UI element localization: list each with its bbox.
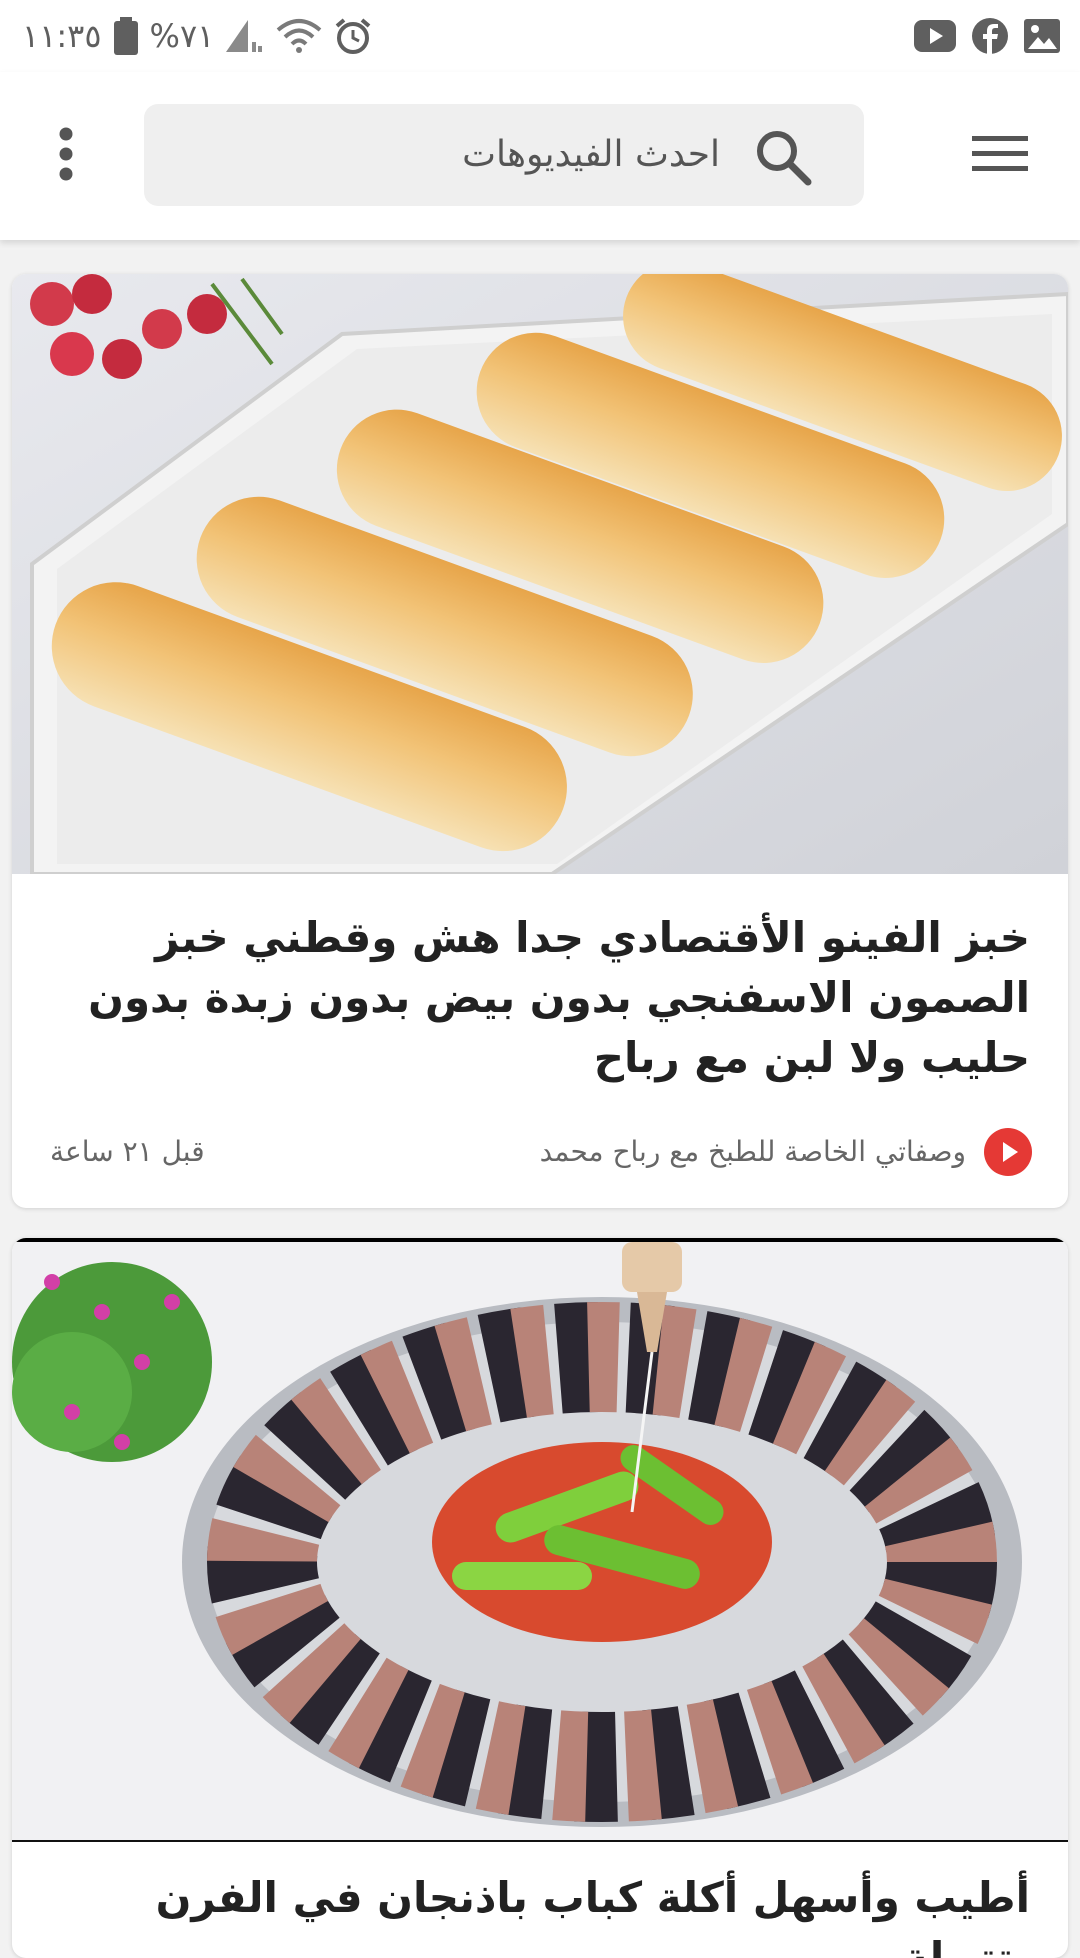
search-bar[interactable]: احدث الفيديوهات: [144, 104, 864, 206]
alarm-icon: [334, 17, 372, 55]
status-bar: ١١:٣٥ %٧١: [0, 0, 1080, 72]
hamburger-menu-icon[interactable]: [970, 124, 1030, 184]
status-left: ١١:٣٥ %٧١: [22, 14, 372, 58]
gallery-icon: [1024, 19, 1060, 53]
search-placeholder: احدث الفيديوهات: [462, 134, 720, 175]
video-title[interactable]: خبز الفينو الأقتصادي جدا هش وقطني خبز ال…: [62, 908, 1030, 1088]
video-meta: وصفاتي الخاصة للطبخ مع رباح محمد قبل ٢١ …: [12, 1124, 1068, 1180]
play-circle-icon: [984, 1128, 1032, 1176]
search-icon: [754, 128, 812, 186]
battery-icon: [113, 17, 138, 55]
video-card[interactable]: أطيب وأسهل أكلة كباب باذنجان في الفرن بت…: [12, 1238, 1068, 1958]
bread-rolls-thumbnail[interactable]: [12, 274, 1068, 874]
eggplant-kebab-thumbnail[interactable]: [12, 1238, 1068, 1842]
time-ago: قبل ٢١ ساعة: [50, 1135, 205, 1168]
video-title[interactable]: أطيب وأسهل أكلة كباب باذنجان في الفرن بت…: [62, 1868, 1030, 1958]
channel-name[interactable]: وصفاتي الخاصة للطبخ مع رباح محمد: [540, 1124, 966, 1180]
youtube-icon: [914, 20, 956, 52]
battery-percent: %٧١: [149, 17, 215, 55]
signal-icon: [226, 20, 264, 52]
app-bar: احدث الفيديوهات: [0, 72, 1080, 240]
status-time: ١١:٣٥: [22, 17, 102, 55]
wifi-icon: [276, 18, 322, 54]
facebook-icon: [972, 18, 1008, 54]
video-card[interactable]: خبز الفينو الأقتصادي جدا هش وقطني خبز ال…: [12, 274, 1068, 1208]
status-right: [914, 14, 1060, 58]
more-vert-icon[interactable]: [36, 122, 96, 186]
